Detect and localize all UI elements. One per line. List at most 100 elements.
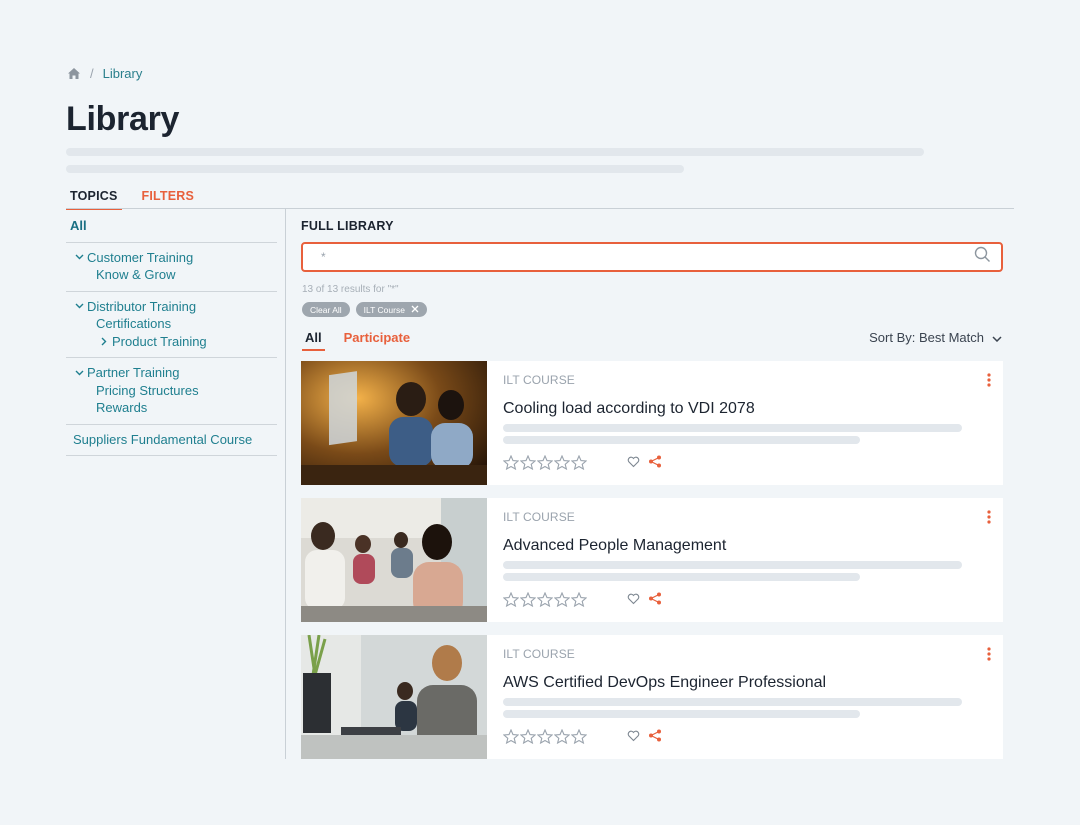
- course-title[interactable]: Advanced People Management: [503, 537, 987, 555]
- sidebar-group: Distributor Training Certifications Prod…: [66, 292, 277, 358]
- share-icon[interactable]: [648, 592, 662, 610]
- chip-label: ILT Course: [363, 304, 405, 315]
- star-icon[interactable]: [519, 454, 537, 475]
- chevron-down-icon[interactable]: [71, 370, 87, 376]
- sidebar-item-product-training[interactable]: Product Training: [66, 333, 277, 351]
- course-card-body: ILT COURSE Advanced People Management: [487, 498, 1003, 622]
- sidebar-tabs: TOPICS FILTERS: [66, 189, 198, 210]
- description-placeholder-line: [503, 698, 962, 706]
- star-icon[interactable]: [536, 728, 554, 749]
- filter-chip-ilt-course[interactable]: ILT Course: [355, 302, 427, 317]
- course-card-body: ILT COURSE Cooling load according to VDI…: [487, 361, 1003, 485]
- star-icon[interactable]: [553, 728, 571, 749]
- description-placeholder-line: [503, 710, 860, 718]
- course-type-label: ILT COURSE: [503, 647, 575, 661]
- heart-icon[interactable]: [627, 592, 640, 610]
- description-placeholder-line: [66, 165, 684, 173]
- heart-icon[interactable]: [627, 729, 640, 747]
- sidebar-item-suppliers-fundamental-course[interactable]: Suppliers Fundamental Course: [66, 431, 277, 449]
- course-type-label: ILT COURSE: [503, 373, 575, 387]
- sidebar-item-label: Know & Grow: [96, 267, 176, 282]
- tab-topics[interactable]: TOPICS: [66, 189, 122, 210]
- course-thumbnail[interactable]: [301, 361, 487, 485]
- description-placeholder-line: [503, 573, 860, 581]
- sidebar-item-label: Customer Training: [87, 249, 194, 265]
- course-thumbnail[interactable]: [301, 635, 487, 759]
- heart-icon[interactable]: [627, 455, 640, 473]
- more-vertical-icon[interactable]: [987, 373, 991, 392]
- home-icon[interactable]: [67, 67, 81, 80]
- star-rating[interactable]: [502, 728, 588, 749]
- star-rating[interactable]: [502, 591, 588, 612]
- search-icon[interactable]: [974, 246, 991, 268]
- star-rating[interactable]: [502, 454, 588, 475]
- section-title: FULL LIBRARY: [301, 219, 394, 233]
- star-icon[interactable]: [553, 591, 571, 612]
- description-placeholder-line: [503, 561, 962, 569]
- topics-sidebar: All Customer Training Know & Grow Distri…: [66, 212, 277, 456]
- sidebar-item-all[interactable]: All: [66, 217, 277, 235]
- sidebar-item-label: Partner Training: [87, 365, 180, 380]
- search-box: [301, 242, 1003, 272]
- sidebar-item-label: Certifications: [96, 316, 172, 331]
- sidebar-item-know-grow[interactable]: Know & Grow: [66, 266, 277, 284]
- results-count: 13 of 13 results for "*": [302, 284, 399, 295]
- star-icon[interactable]: [502, 728, 520, 749]
- star-icon[interactable]: [553, 454, 571, 475]
- close-icon[interactable]: [411, 305, 419, 315]
- content-tabs: All Participate: [302, 330, 413, 351]
- tab-all[interactable]: All: [302, 330, 325, 351]
- description-placeholder-line: [503, 436, 860, 444]
- chevron-right-icon[interactable]: [96, 337, 112, 346]
- star-icon[interactable]: [570, 454, 588, 475]
- chevron-down-icon: [992, 330, 1002, 345]
- more-vertical-icon[interactable]: [987, 647, 991, 666]
- sort-dropdown[interactable]: Sort By: Best Match: [869, 330, 1002, 345]
- chevron-down-icon[interactable]: [71, 303, 87, 309]
- search-input[interactable]: [321, 250, 974, 264]
- course-card[interactable]: ILT COURSE AWS Certified DevOps Engineer…: [301, 635, 1003, 759]
- card-actions: [627, 592, 662, 610]
- breadcrumb-current[interactable]: Library: [103, 66, 143, 81]
- sidebar-item-rewards[interactable]: Rewards: [66, 399, 277, 417]
- sidebar-group: Suppliers Fundamental Course: [66, 425, 277, 456]
- course-title[interactable]: AWS Certified DevOps Engineer Profession…: [503, 674, 987, 692]
- sidebar-item-partner-training[interactable]: Partner Training: [66, 364, 277, 382]
- course-card-body: ILT COURSE AWS Certified DevOps Engineer…: [487, 635, 1003, 759]
- star-icon[interactable]: [536, 454, 554, 475]
- course-title[interactable]: Cooling load according to VDI 2078: [503, 400, 987, 418]
- course-type-label: ILT COURSE: [503, 510, 575, 524]
- sidebar-item-label: Suppliers Fundamental Course: [73, 431, 253, 447]
- share-icon[interactable]: [648, 729, 662, 747]
- clear-all-chip[interactable]: Clear All: [302, 302, 350, 317]
- sidebar-item-pricing-structures[interactable]: Pricing Structures: [66, 382, 277, 400]
- sidebar-item-customer-training[interactable]: Customer Training: [66, 249, 277, 267]
- more-vertical-icon[interactable]: [987, 510, 991, 529]
- sidebar-item-label: Pricing Structures: [96, 382, 199, 398]
- divider: [285, 209, 286, 759]
- star-icon[interactable]: [502, 454, 520, 475]
- star-icon[interactable]: [502, 591, 520, 612]
- breadcrumb: / Library: [67, 66, 142, 81]
- star-icon[interactable]: [519, 728, 537, 749]
- tab-filters[interactable]: FILTERS: [138, 189, 199, 210]
- sidebar-item-distributor-training[interactable]: Distributor Training: [66, 298, 277, 316]
- star-icon[interactable]: [570, 728, 588, 749]
- chevron-down-icon[interactable]: [71, 254, 87, 260]
- tab-participate[interactable]: Participate: [341, 330, 413, 351]
- sidebar-item-label: All: [70, 218, 87, 233]
- share-icon[interactable]: [648, 455, 662, 473]
- star-icon[interactable]: [570, 591, 588, 612]
- sidebar-group: Customer Training Know & Grow: [66, 243, 277, 292]
- sidebar-item-label: Rewards: [96, 400, 148, 415]
- sidebar-item-certifications[interactable]: Certifications: [66, 315, 277, 333]
- star-icon[interactable]: [536, 591, 554, 612]
- filter-chips: Clear All ILT Course: [302, 302, 427, 317]
- course-thumbnail[interactable]: [301, 498, 487, 622]
- star-icon[interactable]: [519, 591, 537, 612]
- course-card[interactable]: ILT COURSE Advanced People Management: [301, 498, 1003, 622]
- course-card[interactable]: ILT COURSE Cooling load according to VDI…: [301, 361, 1003, 485]
- sidebar-group: Partner Training Pricing Structures Rewa…: [66, 358, 277, 425]
- description-placeholder-line: [66, 148, 924, 156]
- description-placeholder-line: [503, 424, 962, 432]
